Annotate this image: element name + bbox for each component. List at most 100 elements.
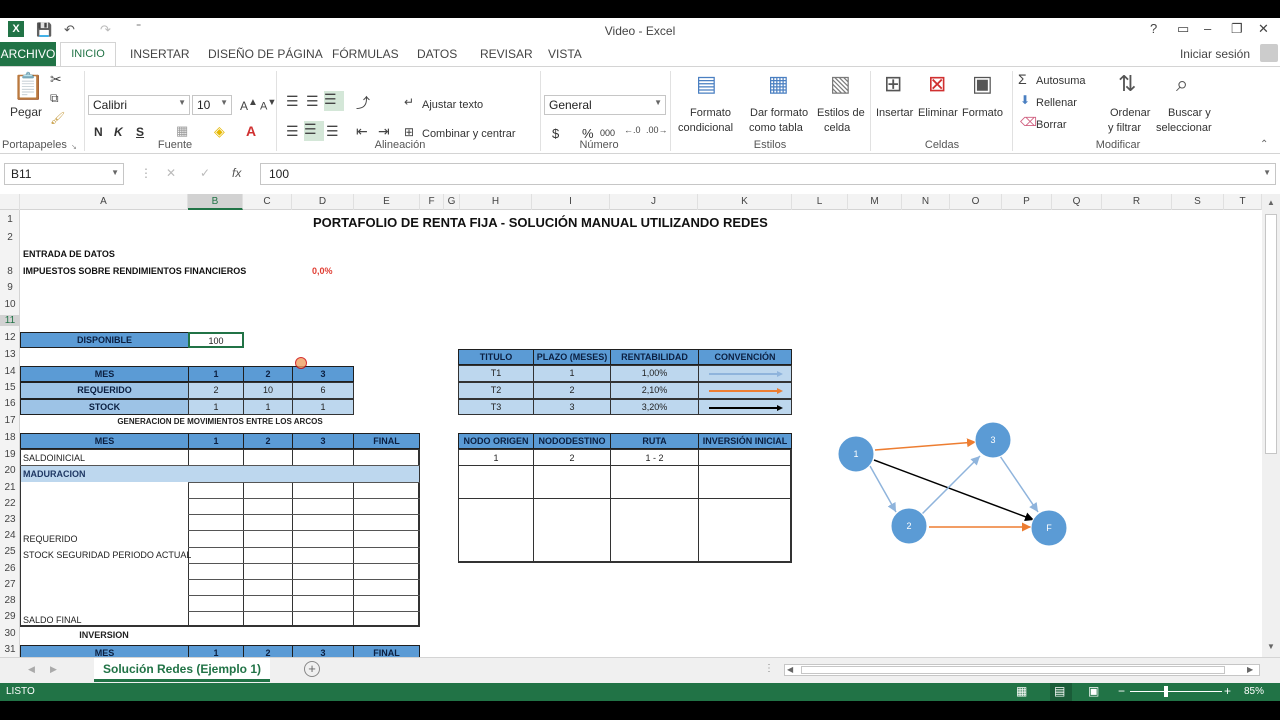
format-cells-button[interactable]: Formato xyxy=(962,107,1003,119)
row-header[interactable]: 2 xyxy=(0,232,20,243)
name-box[interactable]: B11 ▼ xyxy=(4,163,124,185)
increase-indent-icon[interactable]: ⇥ xyxy=(378,123,390,140)
requerido-1[interactable]: 2 xyxy=(188,382,244,399)
zoom-in-icon[interactable]: + xyxy=(1224,684,1231,698)
row-header[interactable]: 29 xyxy=(0,611,20,622)
row-header[interactable]: 16 xyxy=(0,398,20,409)
close-button[interactable]: ✕ xyxy=(1258,21,1269,37)
fill-color-icon[interactable]: ◈ xyxy=(214,123,225,140)
column-header-g[interactable]: G xyxy=(444,194,460,210)
find-select-icon[interactable]: ⌕ xyxy=(1176,71,1188,97)
tab-inicio[interactable]: INICIO xyxy=(60,42,116,68)
column-header-i[interactable]: I xyxy=(532,194,610,210)
autosum-icon[interactable]: Σ xyxy=(1018,71,1027,87)
sign-in-link[interactable]: Iniciar sesión xyxy=(1180,47,1250,61)
wrap-text-icon[interactable]: ↵ xyxy=(404,95,414,109)
zoom-slider[interactable] xyxy=(1130,691,1222,692)
column-header-m[interactable]: M xyxy=(848,194,902,210)
t1-titulo[interactable]: T1 xyxy=(458,365,534,382)
stock-2[interactable]: 1 xyxy=(243,399,293,415)
column-header-n[interactable]: N xyxy=(902,194,950,210)
wrap-text-button[interactable]: Ajustar texto xyxy=(422,99,483,111)
scroll-down-icon[interactable]: ▼ xyxy=(1267,642,1275,651)
clear-icon[interactable]: ⌫ xyxy=(1020,115,1037,129)
prev-sheet-icon[interactable]: ◀ xyxy=(28,664,35,675)
zoom-slider-thumb[interactable] xyxy=(1164,686,1168,697)
tab-diseno-pagina[interactable]: DISEÑO DE PÁGINA xyxy=(208,47,323,61)
row-header[interactable]: 19 xyxy=(0,449,20,460)
column-header-t[interactable]: T xyxy=(1224,194,1262,210)
tab-datos[interactable]: DATOS xyxy=(417,47,457,61)
cell-styles-label-1[interactable]: Estilos de xyxy=(817,107,865,119)
column-header-k[interactable]: K xyxy=(698,194,792,210)
scroll-up-icon[interactable]: ▲ xyxy=(1267,198,1275,207)
row-header[interactable]: 25 xyxy=(0,546,20,557)
font-name-combo[interactable]: Calibri ▼ xyxy=(88,95,190,115)
insert-cells-icon[interactable]: ⊞ xyxy=(884,71,902,97)
row-header[interactable]: 1 xyxy=(0,214,20,225)
stock-3[interactable]: 1 xyxy=(292,399,354,415)
autosum-button[interactable]: Autosuma xyxy=(1036,75,1086,87)
cond-format-label-1[interactable]: Formato xyxy=(690,107,731,119)
column-header-c[interactable]: C xyxy=(243,194,292,210)
row-header[interactable]: 14 xyxy=(0,366,20,377)
normal-view-icon[interactable]: ▦ xyxy=(1016,684,1027,698)
column-header-a[interactable]: A xyxy=(20,194,188,210)
row-header[interactable]: 27 xyxy=(0,579,20,590)
delete-cells-button[interactable]: Eliminar xyxy=(918,107,958,119)
row-header-selected[interactable]: 11 xyxy=(0,315,20,326)
paste-button[interactable]: Pegar xyxy=(10,105,42,119)
row-header[interactable]: 20 xyxy=(0,465,20,476)
align-bottom-icon[interactable]: ☰ xyxy=(324,91,344,111)
sort-label-2[interactable]: y filtrar xyxy=(1108,122,1141,134)
format-table-label-2[interactable]: como tabla xyxy=(749,122,803,134)
find-label-2[interactable]: seleccionar xyxy=(1156,122,1212,134)
column-header-f[interactable]: F xyxy=(420,194,444,210)
next-sheet-icon[interactable]: ▶ xyxy=(50,664,57,675)
t1-plazo[interactable]: 1 xyxy=(533,365,611,382)
thousands-button[interactable]: 000 xyxy=(600,128,615,138)
tab-splitter-icon[interactable]: ⋮ xyxy=(764,663,774,674)
row-header[interactable]: 15 xyxy=(0,382,20,393)
tab-revisar[interactable]: REVISAR xyxy=(480,47,533,61)
align-middle-icon[interactable]: ☰ xyxy=(306,93,319,110)
restore-button[interactable]: ❐ xyxy=(1231,21,1243,37)
conditional-format-icon[interactable]: ▤ xyxy=(696,71,717,97)
ribbon-display-icon[interactable]: ▭ xyxy=(1177,21,1189,37)
t3-rentabilidad[interactable]: 3,20% xyxy=(610,399,699,415)
row-header[interactable]: 31 xyxy=(0,644,20,655)
tab-vista[interactable]: VISTA xyxy=(548,47,582,61)
copy-icon[interactable]: ⧉ xyxy=(50,91,59,106)
column-header-r[interactable]: R xyxy=(1102,194,1172,210)
column-header-b[interactable]: B xyxy=(188,194,243,210)
cell-styles-icon[interactable]: ▧ xyxy=(830,71,851,97)
align-right-icon[interactable]: ☰ xyxy=(326,123,339,140)
row-header[interactable]: 23 xyxy=(0,514,20,525)
clear-button[interactable]: Borrar xyxy=(1036,119,1067,131)
italic-button[interactable]: K xyxy=(114,125,123,139)
row-header[interactable]: 22 xyxy=(0,498,20,509)
insert-function-button[interactable]: fx xyxy=(232,166,241,180)
nodo-origen-1[interactable]: 1 xyxy=(458,453,534,463)
increase-decimal-icon[interactable]: ←.0 xyxy=(624,125,641,135)
underline-button[interactable]: S xyxy=(136,125,144,139)
find-label-1[interactable]: Buscar y xyxy=(1168,107,1211,119)
row-header[interactable]: 28 xyxy=(0,595,20,606)
scroll-left-icon[interactable]: ◀ xyxy=(787,665,793,674)
row-header[interactable]: 12 xyxy=(0,332,20,343)
row-header[interactable]: 26 xyxy=(0,563,20,574)
row-header[interactable]: 21 xyxy=(0,482,20,493)
tab-insertar[interactable]: INSERTAR xyxy=(130,47,190,61)
insert-cells-button[interactable]: Insertar xyxy=(876,107,913,119)
merge-icon[interactable]: ⊞ xyxy=(404,125,414,139)
impuestos-value[interactable]: 0,0% xyxy=(312,266,333,276)
column-header-l[interactable]: L xyxy=(792,194,848,210)
align-top-icon[interactable]: ☰ xyxy=(286,93,299,110)
t3-titulo[interactable]: T3 xyxy=(458,399,534,415)
borders-icon[interactable]: ▦ xyxy=(176,123,188,139)
row-header[interactable]: 10 xyxy=(0,299,20,310)
orientation-icon[interactable]: ⤴ xyxy=(356,93,370,113)
cut-icon[interactable]: ✂ xyxy=(50,71,62,88)
vertical-scrollbar[interactable]: ▲ ▼ xyxy=(1262,194,1280,674)
currency-button[interactable]: $ xyxy=(552,126,559,141)
